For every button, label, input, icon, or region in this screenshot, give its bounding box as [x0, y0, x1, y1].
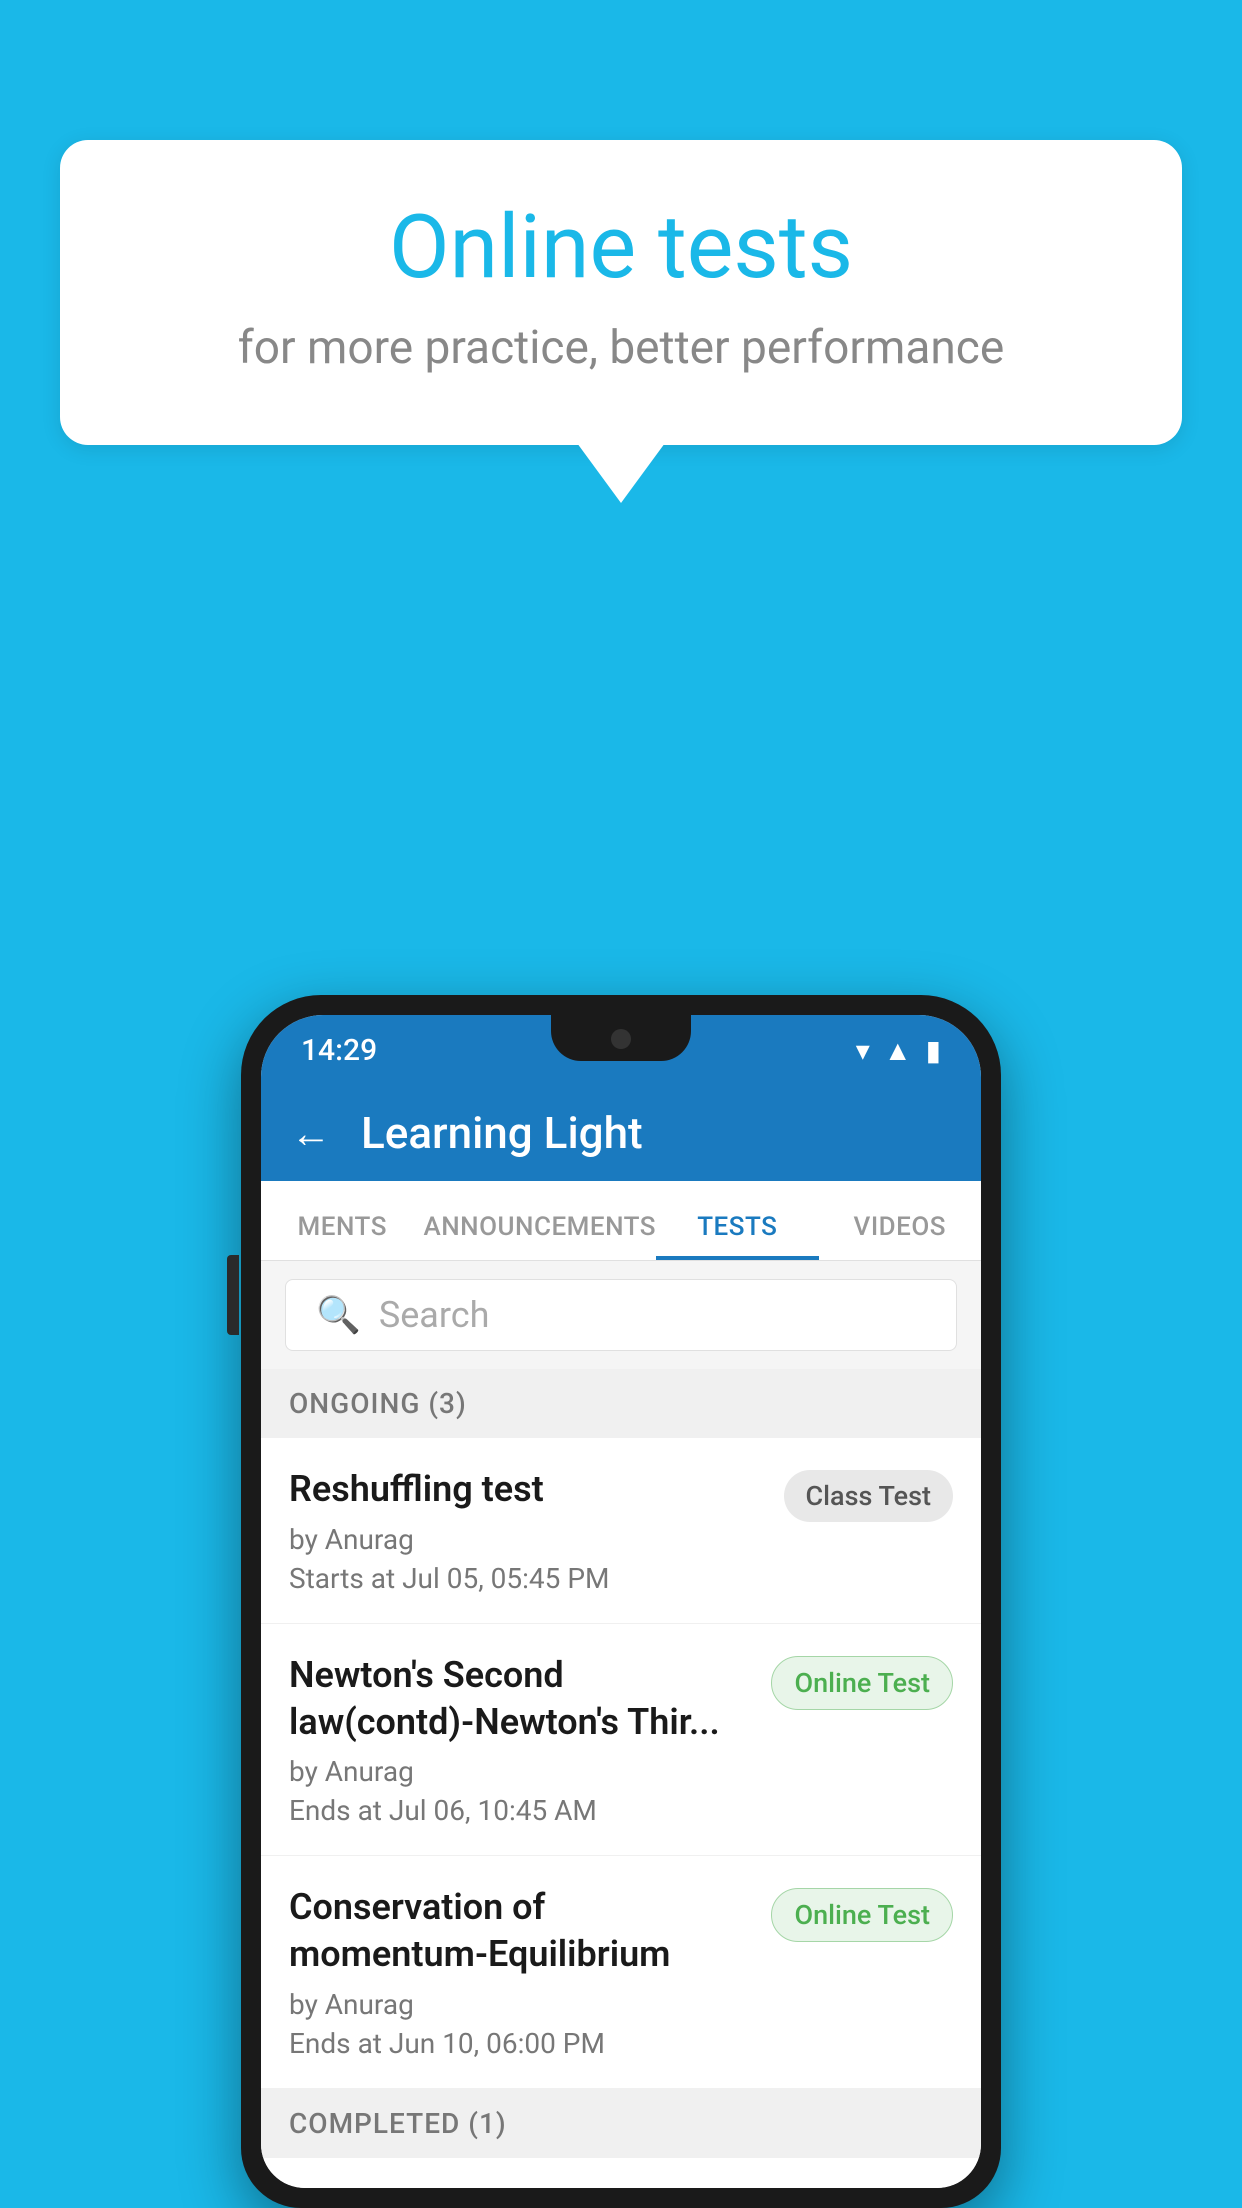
test-date-3: Ends at Jun 10, 06:00 PM — [289, 2027, 751, 2060]
ongoing-section-header: ONGOING (3) — [261, 1369, 981, 1438]
phone-wrapper: 14:29 ▾ ▲ ▮ ← Learning Light MENTS ANNOU… — [241, 995, 1001, 2208]
test-badge-3: Online Test — [771, 1888, 953, 1942]
wifi-icon: ▾ — [856, 1034, 870, 1067]
test-info-3: Conservation of momentum-Equilibrium by … — [289, 1884, 751, 2060]
test-name-3: Conservation of momentum-Equilibrium — [289, 1884, 751, 1978]
tab-videos[interactable]: VIDEOS — [819, 1212, 981, 1260]
tab-announcements[interactable]: ANNOUNCEMENTS — [423, 1212, 656, 1260]
search-container: 🔍 Search — [261, 1261, 981, 1369]
signal-icon: ▲ — [884, 1034, 912, 1067]
phone-notch — [551, 1015, 691, 1061]
test-date-1: Starts at Jul 05, 05:45 PM — [289, 1562, 764, 1595]
tab-bar: MENTS ANNOUNCEMENTS TESTS VIDEOS — [261, 1181, 981, 1261]
phone-screen: 14:29 ▾ ▲ ▮ ← Learning Light MENTS ANNOU… — [261, 1015, 981, 2188]
phone-bottom — [261, 2158, 981, 2188]
search-bar[interactable]: 🔍 Search — [285, 1279, 957, 1351]
test-item-2[interactable]: Newton's Second law(contd)-Newton's Thir… — [261, 1624, 981, 1857]
phone-device: 14:29 ▾ ▲ ▮ ← Learning Light MENTS ANNOU… — [241, 995, 1001, 2208]
test-badge-1: Class Test — [784, 1470, 954, 1522]
tab-ments[interactable]: MENTS — [261, 1212, 423, 1260]
tab-tests[interactable]: TESTS — [656, 1212, 818, 1260]
completed-section-header: COMPLETED (1) — [261, 2089, 981, 2158]
battery-icon: ▮ — [926, 1034, 941, 1067]
test-name-1: Reshuffling test — [289, 1466, 764, 1513]
status-bar: 14:29 ▾ ▲ ▮ — [261, 1015, 981, 1085]
status-icons: ▾ ▲ ▮ — [856, 1034, 941, 1067]
test-date-2: Ends at Jul 06, 10:45 AM — [289, 1794, 751, 1827]
test-author-1: by Anurag — [289, 1523, 764, 1556]
bubble-arrow — [577, 443, 665, 503]
bubble-title: Online tests — [140, 200, 1102, 297]
speech-bubble-container: Online tests for more practice, better p… — [60, 140, 1182, 503]
bubble-subtitle: for more practice, better performance — [140, 321, 1102, 375]
back-button[interactable]: ← — [291, 1110, 331, 1157]
test-info-1: Reshuffling test by Anurag Starts at Jul… — [289, 1466, 764, 1595]
speech-bubble: Online tests for more practice, better p… — [60, 140, 1182, 445]
search-input[interactable]: Search — [379, 1294, 490, 1336]
app-title: Learning Light — [361, 1107, 643, 1159]
app-bar: ← Learning Light — [261, 1085, 981, 1181]
search-icon: 🔍 — [316, 1294, 361, 1336]
test-author-3: by Anurag — [289, 1988, 751, 2021]
test-badge-2: Online Test — [771, 1656, 953, 1710]
test-info-2: Newton's Second law(contd)-Newton's Thir… — [289, 1652, 751, 1828]
test-name-2: Newton's Second law(contd)-Newton's Thir… — [289, 1652, 751, 1746]
front-camera — [611, 1029, 631, 1049]
test-item-1[interactable]: Reshuffling test by Anurag Starts at Jul… — [261, 1438, 981, 1624]
test-item-3[interactable]: Conservation of momentum-Equilibrium by … — [261, 1856, 981, 2089]
test-author-2: by Anurag — [289, 1755, 751, 1788]
status-time: 14:29 — [301, 1033, 377, 1068]
